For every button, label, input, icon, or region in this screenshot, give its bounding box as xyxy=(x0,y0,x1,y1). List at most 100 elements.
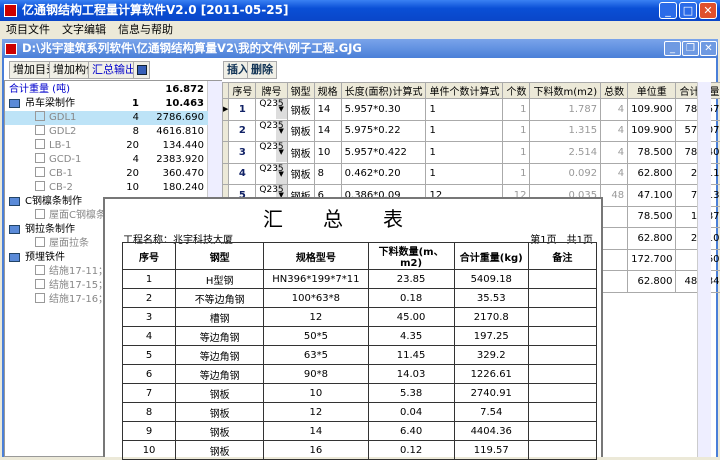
report-cell: 5.38 xyxy=(368,384,454,403)
grid-cell[interactable]: 4 xyxy=(601,99,628,121)
tree-leaf-item[interactable]: GDL142786.690 xyxy=(5,111,208,125)
grid-column-header[interactable]: 钢型 xyxy=(287,83,314,99)
grid-cell[interactable]: 4 xyxy=(601,120,628,142)
report-cell: 45.00 xyxy=(368,308,454,327)
grid-cell[interactable]: 1 xyxy=(503,99,530,121)
doc-close-button[interactable]: ✕ xyxy=(700,41,717,56)
grid-cell[interactable]: 109.900 xyxy=(628,99,676,121)
grid-column-header[interactable]: 长度(面积)计算式 xyxy=(341,83,426,99)
grid-cell[interactable]: ▼Q235 xyxy=(256,163,287,185)
report-cell: 1 xyxy=(123,270,176,289)
grid-column-header[interactable]: 规格 xyxy=(314,83,341,99)
doc-minimize-button[interactable]: _ xyxy=(664,41,681,56)
grid-cell[interactable]: 1 xyxy=(426,163,503,185)
grid-cell[interactable] xyxy=(601,249,628,271)
grid-row[interactable]: ▶1▼Q235钢板145.957*0.30111.7874109.900785.… xyxy=(223,99,720,121)
grid-cell[interactable]: 4 xyxy=(229,163,256,185)
maximize-button[interactable]: □ xyxy=(679,2,697,19)
grid-cell[interactable]: 14 xyxy=(314,99,341,121)
grid-cell[interactable] xyxy=(601,271,628,293)
grid-column-header[interactable]: 个数 xyxy=(503,83,530,99)
grid-cell[interactable]: 5.975*0.22 xyxy=(341,120,426,142)
app-icon xyxy=(4,4,17,17)
report-title: 汇总表 xyxy=(105,203,601,232)
grid-cell[interactable]: 10 xyxy=(314,142,341,164)
grid-cell[interactable]: 62.800 xyxy=(628,163,676,185)
grid-cell[interactable]: 钢板 xyxy=(287,142,314,164)
grid-cell[interactable]: 4 xyxy=(601,142,628,164)
grid-cell[interactable]: 14 xyxy=(314,120,341,142)
grid-column-header[interactable]: 牌号 xyxy=(256,83,287,99)
grid-cell[interactable]: 1.315 xyxy=(530,120,601,142)
tree-leaf-item[interactable]: CB-210180.240 xyxy=(5,181,208,195)
grid-cell[interactable]: 1 xyxy=(426,120,503,142)
grid-cell[interactable]: ▼Q235 xyxy=(256,99,287,121)
grid-cell[interactable]: 78.500 xyxy=(628,142,676,164)
tree-leaf-item[interactable]: LB-120134.440 xyxy=(5,139,208,153)
grid-cell[interactable]: 172.700 xyxy=(628,249,676,271)
save-button[interactable] xyxy=(133,61,150,79)
tree-leaf-item[interactable]: CB-120360.470 xyxy=(5,167,208,181)
grid-cell[interactable]: ▼Q235 xyxy=(256,142,287,164)
menu-bar: 项目文件文字编辑信息与帮助 xyxy=(0,21,720,39)
report-row: 4等边角钢50*54.35197.25 xyxy=(123,327,597,346)
grid-row[interactable]: 4▼Q235钢板80.462*0.20110.092462.80023.11 xyxy=(223,163,720,185)
grid-cell[interactable]: 1 xyxy=(503,120,530,142)
minimize-button[interactable]: _ xyxy=(659,2,677,19)
report-cell: 槽钢 xyxy=(176,308,264,327)
grid-column-header[interactable]: 序号 xyxy=(229,83,256,99)
grid-cell[interactable]: 2.514 xyxy=(530,142,601,164)
grid-cell[interactable]: 3 xyxy=(229,142,256,164)
grid-row[interactable]: 3▼Q235钢板105.957*0.422112.514478.500789.4… xyxy=(223,142,720,164)
grid-cell[interactable]: 0.462*0.20 xyxy=(341,163,426,185)
grid-column-header[interactable]: 总数 xyxy=(601,83,628,99)
grid-row[interactable]: 2▼Q235钢板145.975*0.22111.3154109.900578.0… xyxy=(223,120,720,142)
grid-cell[interactable]: 1 xyxy=(503,142,530,164)
grid-column-header[interactable]: 单件个数计算式 xyxy=(426,83,503,99)
grid-cell[interactable]: 47.100 xyxy=(628,185,676,207)
grid-cell[interactable]: ▼Q235 xyxy=(256,120,287,142)
document-path: D:\兆宇建筑系列软件\亿通钢结构算量V2\我的文件\例子工程.GJG xyxy=(22,41,362,55)
close-button[interactable]: ✕ xyxy=(699,2,717,19)
report-cell: 4.35 xyxy=(368,327,454,346)
menu-project-file[interactable]: 项目文件 xyxy=(6,23,50,36)
grid-cell[interactable]: 0.092 xyxy=(530,163,601,185)
grid-cell[interactable]: 1 xyxy=(426,99,503,121)
grid-cell[interactable]: 62.800 xyxy=(628,271,676,293)
tree-item-name: 钢拉条制作 xyxy=(25,223,75,237)
grid-cell[interactable]: 48 xyxy=(601,185,628,207)
grid-cell[interactable]: 1 xyxy=(229,99,256,121)
grid-cell[interactable] xyxy=(601,228,628,250)
grid-cell[interactable]: 钢板 xyxy=(287,120,314,142)
grid-cell[interactable]: 2 xyxy=(229,120,256,142)
grid-cell[interactable] xyxy=(601,206,628,228)
report-cell: 5409.18 xyxy=(454,270,528,289)
report-cell: 11.45 xyxy=(368,346,454,365)
grid-cell[interactable]: 钢板 xyxy=(287,99,314,121)
grid-cell[interactable]: 109.900 xyxy=(628,120,676,142)
grid-column-header[interactable]: 单位重 xyxy=(628,83,676,99)
folder-icon xyxy=(9,99,20,108)
menu-help[interactable]: 信息与帮助 xyxy=(118,23,173,36)
delete-button[interactable]: 删除 xyxy=(247,61,277,79)
grid-cell[interactable]: 1.787 xyxy=(530,99,601,121)
grid-cell[interactable]: 78.500 xyxy=(628,206,676,228)
grid-cell[interactable]: 8 xyxy=(314,163,341,185)
grid-cell[interactable]: 4 xyxy=(601,163,628,185)
menu-text-edit[interactable]: 文字编辑 xyxy=(62,23,106,36)
tree-leaf-item[interactable]: GCD-142383.920 xyxy=(5,153,208,167)
tree-item-name: GDL2 xyxy=(35,125,76,139)
tree-leaf-item[interactable]: GDL284616.810 xyxy=(5,125,208,139)
report-cell: 8 xyxy=(123,403,176,422)
doc-restore-button[interactable]: ❐ xyxy=(682,41,699,56)
grid-cell[interactable]: 5.957*0.30 xyxy=(341,99,426,121)
grid-scrollbar[interactable] xyxy=(697,82,711,457)
grade-value: Q235 xyxy=(259,121,283,131)
grid-cell[interactable]: 5.957*0.422 xyxy=(341,142,426,164)
grid-cell[interactable]: 钢板 xyxy=(287,163,314,185)
grid-column-header[interactable]: 下料数m(m2) xyxy=(530,83,601,99)
tree-group-item[interactable]: 吊车梁制作110.463 xyxy=(5,97,208,111)
grid-cell[interactable]: 62.800 xyxy=(628,228,676,250)
grid-cell[interactable]: 1 xyxy=(503,163,530,185)
grid-cell[interactable]: 1 xyxy=(426,142,503,164)
